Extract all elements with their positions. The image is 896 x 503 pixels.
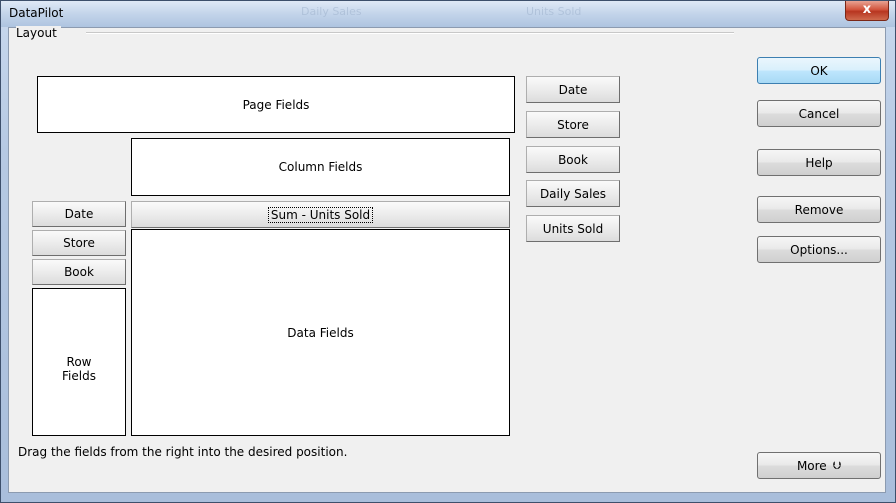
data-fields-label: Data Fields bbox=[287, 325, 354, 340]
data-field-item-label: Sum - Units Sold bbox=[267, 206, 374, 223]
dialog-content: Layout Page Fields Column Fields Date St… bbox=[0, 0, 896, 503]
layout-group-label: Layout bbox=[16, 26, 61, 40]
row-fields-area[interactable]: Row Fields bbox=[32, 288, 126, 436]
column-fields-label: Column Fields bbox=[278, 160, 363, 174]
cancel-button[interactable]: Cancel bbox=[757, 100, 881, 127]
row-field-store[interactable]: Store bbox=[32, 230, 126, 256]
ok-button[interactable]: OK bbox=[757, 57, 881, 84]
data-fields-area[interactable]: Data Fields bbox=[131, 229, 510, 436]
data-field-sum-units-sold[interactable]: Sum - Units Sold bbox=[131, 201, 510, 228]
available-field-units-sold[interactable]: Units Sold bbox=[526, 215, 620, 242]
available-field-book[interactable]: Book bbox=[526, 146, 620, 173]
row-field-book[interactable]: Book bbox=[32, 259, 126, 285]
double-chevron-down-icon: ⮋ bbox=[832, 458, 842, 472]
available-field-date[interactable]: Date bbox=[526, 76, 620, 103]
remove-button[interactable]: Remove bbox=[757, 196, 881, 223]
row-field-date[interactable]: Date bbox=[32, 201, 126, 227]
help-button[interactable]: Help bbox=[757, 149, 881, 176]
available-field-daily-sales[interactable]: Daily Sales bbox=[526, 180, 620, 207]
page-fields-area[interactable]: Page Fields bbox=[37, 76, 515, 133]
more-button-label: More bbox=[796, 458, 827, 473]
page-fields-label: Page Fields bbox=[242, 97, 310, 112]
options-button[interactable]: Options... bbox=[757, 236, 881, 263]
row-fields-label-line1: Row bbox=[66, 355, 92, 369]
column-fields-area[interactable]: Column Fields bbox=[131, 138, 510, 196]
available-field-store[interactable]: Store bbox=[526, 111, 620, 138]
more-button[interactable]: More ⮋ bbox=[757, 452, 881, 479]
layout-group-divider bbox=[86, 32, 734, 34]
instruction-text: Drag the fields from the right into the … bbox=[18, 445, 348, 459]
row-fields-label-line2: Fields bbox=[62, 369, 96, 383]
